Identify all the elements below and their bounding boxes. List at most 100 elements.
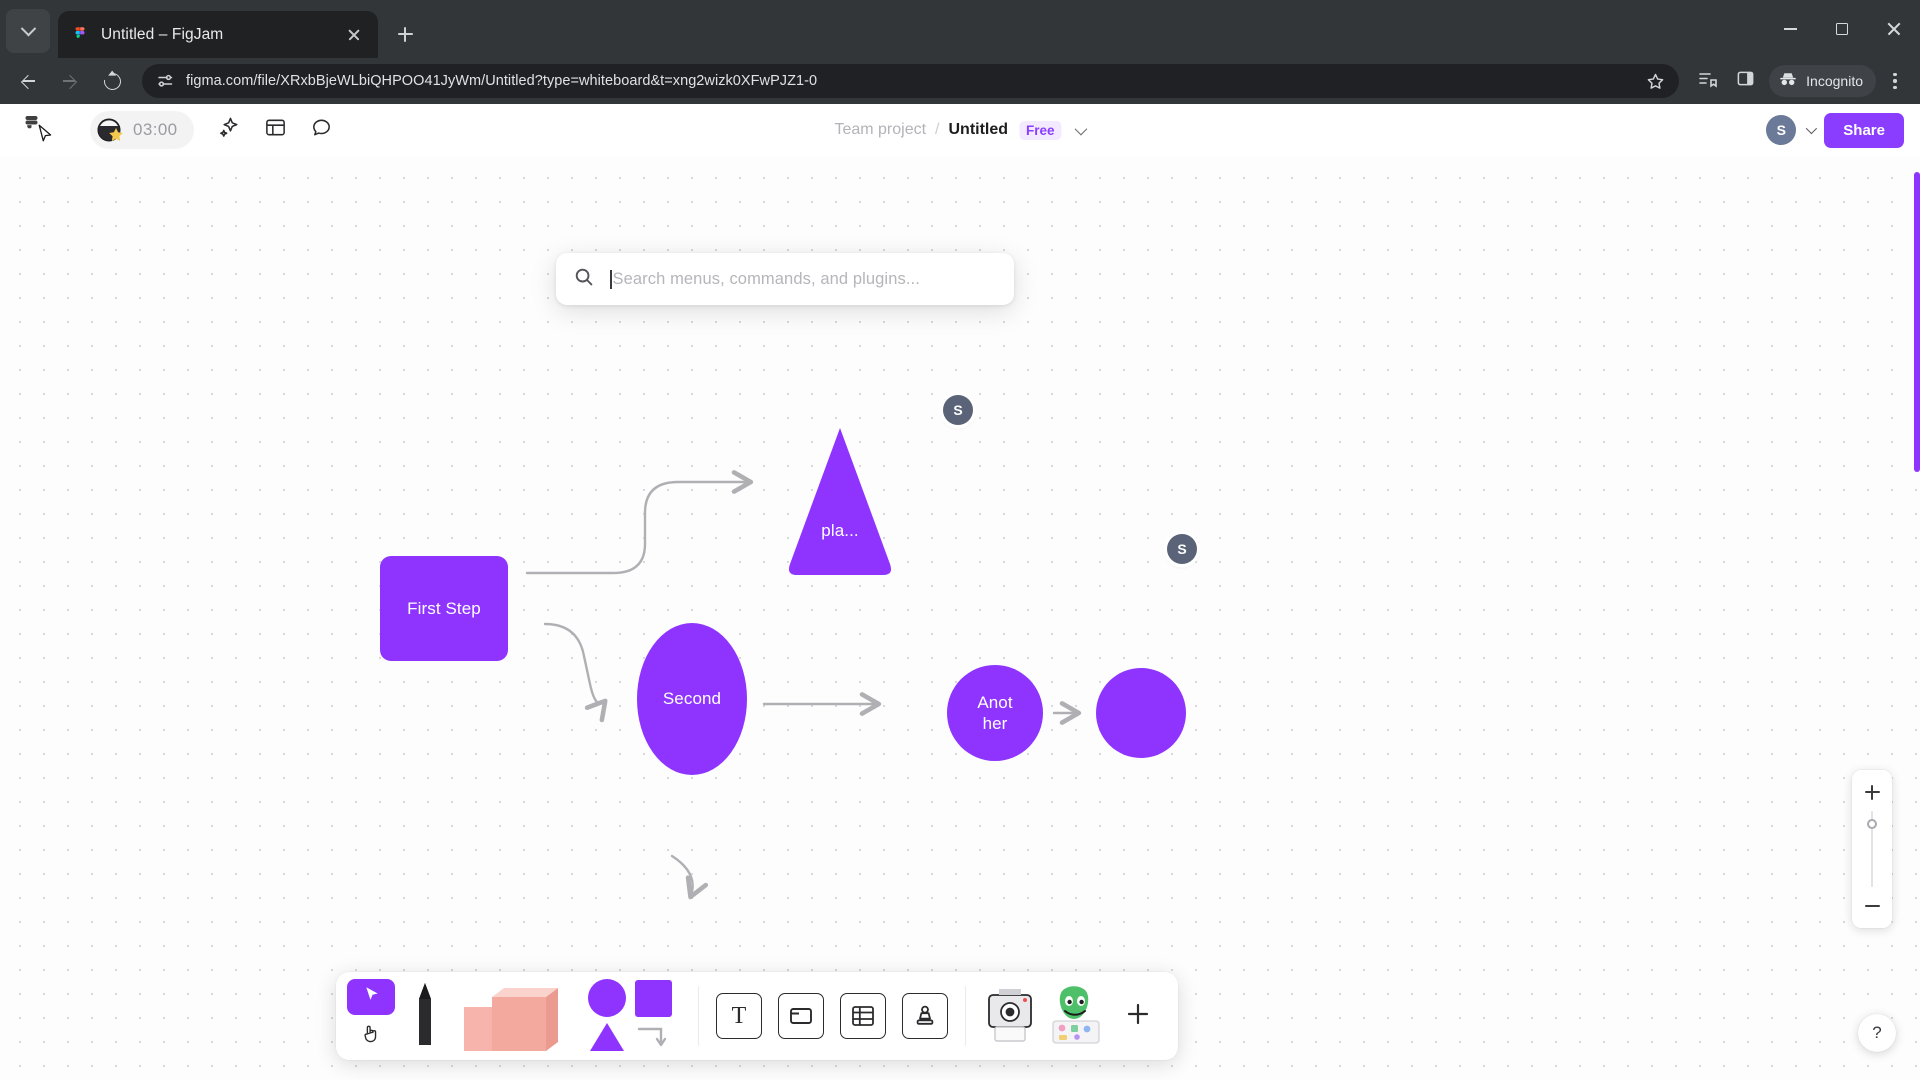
comment-bubble-icon (310, 116, 333, 144)
tab-search-button[interactable] (6, 9, 50, 53)
zoom-out-button[interactable] (1859, 893, 1885, 919)
mouse-pointer-icon (38, 124, 53, 151)
connector-loose (670, 854, 709, 900)
header-right-cluster: S Share (1766, 112, 1904, 148)
zoom-in-button[interactable] (1859, 779, 1885, 805)
star-icon[interactable] (1646, 72, 1665, 91)
minimize-button[interactable] (1764, 0, 1816, 58)
browser-menu-button[interactable] (1878, 63, 1912, 99)
incognito-indicator[interactable]: Incognito (1769, 65, 1876, 97)
tab-title: Untitled – FigJam (101, 25, 224, 43)
select-cursor-tool[interactable] (347, 978, 395, 1015)
triangle-shape[interactable]: pla... (784, 424, 896, 579)
toolbar-group-content: T (699, 972, 965, 1060)
toolbar-group-primary (336, 972, 698, 1060)
plan-badge[interactable]: Free (1019, 120, 1062, 140)
close-window-button[interactable] (1868, 0, 1920, 58)
tab-strip: Untitled – FigJam (0, 0, 1920, 58)
first-step-rect[interactable]: First Step (380, 556, 508, 661)
bottom-toolbar: T (336, 972, 1178, 1060)
figma-icon (70, 25, 90, 45)
sparkle-icon (218, 116, 241, 144)
section-tool[interactable] (775, 979, 827, 1053)
widget-camera[interactable] (980, 979, 1040, 1053)
second-ellipse[interactable]: Second (637, 623, 747, 775)
avatar[interactable]: S (1766, 115, 1797, 145)
sticky-note-icon (456, 977, 574, 1056)
text-caret (610, 269, 612, 289)
stamp-tool[interactable] (899, 979, 951, 1053)
url-text: figma.com/file/XRxbBjeWLbiQHPOO41JyWm/Un… (186, 73, 818, 89)
triangle-glyph (788, 428, 892, 575)
reload-button[interactable] (92, 61, 132, 101)
site-settings-icon[interactable] (156, 72, 174, 90)
text-tool[interactable]: T (713, 979, 765, 1053)
search-input[interactable]: Search menus, commands, and plugins... (613, 270, 920, 289)
incognito-label: Incognito (1806, 73, 1863, 89)
browser-window: Untitled – FigJam figma.com/file/XRxbBje… (0, 0, 1920, 1080)
connector-rect-to-ellipse (543, 622, 608, 723)
text-T-icon: T (716, 993, 762, 1039)
chevron-down-icon[interactable] (1074, 122, 1088, 135)
cursor-initial: S (953, 402, 963, 418)
back-button[interactable] (8, 61, 48, 101)
close-icon (1886, 21, 1902, 37)
forward-arrow-icon (62, 73, 78, 89)
comments-button[interactable] (302, 110, 342, 150)
sticky-note-tool[interactable] (455, 979, 575, 1053)
blank-circle[interactable] (1096, 668, 1186, 758)
templates-button[interactable] (256, 110, 296, 150)
figjam-canvas[interactable]: First Step pla... Second Anot her S S Se… (0, 156, 1920, 1080)
toolbar-group-widgets (966, 972, 1178, 1060)
marker-icon (410, 977, 440, 1056)
photo-booth-widget-icon (981, 981, 1039, 1052)
forward-button[interactable] (50, 61, 90, 101)
help-button[interactable]: ? (1858, 1014, 1896, 1052)
new-tab-button[interactable] (388, 17, 422, 51)
select-tools-stack (345, 978, 395, 1054)
side-panel-button[interactable] (1727, 63, 1763, 99)
another-circle[interactable]: Anot her (947, 665, 1043, 761)
timer-value: 03:00 (133, 120, 178, 139)
more-widgets-button[interactable] (1112, 979, 1164, 1053)
shapes-tool[interactable] (579, 978, 689, 1053)
share-button[interactable]: Share (1824, 112, 1904, 148)
figjam-header: 03:00 Team project / Untitled Free S Sha… (0, 104, 1920, 156)
shape-label: Second (662, 689, 722, 709)
ai-actions-button[interactable] (210, 110, 250, 150)
reading-list-button[interactable] (1689, 63, 1725, 99)
cursor-initial: S (1177, 541, 1187, 557)
section-frame-icon (778, 993, 824, 1039)
address-bar[interactable]: figma.com/file/XRxbBjeWLbiQHPOO41JyWm/Un… (142, 64, 1680, 98)
chevron-down-icon[interactable] (1806, 122, 1818, 135)
timer-widget[interactable]: 03:00 (90, 111, 194, 149)
breadcrumb-file-name[interactable]: Untitled (948, 121, 1008, 139)
collaborator-cursor-1: S (943, 395, 973, 425)
marker-pen-tool[interactable] (399, 979, 451, 1053)
figjam-app: 03:00 Team project / Untitled Free S Sha… (0, 104, 1920, 1080)
close-icon[interactable] (342, 23, 366, 47)
shape-label: Anot her (977, 692, 1013, 733)
hand-tool[interactable] (347, 1018, 395, 1054)
zoom-slider-knob[interactable] (1867, 819, 1877, 829)
breadcrumb-team[interactable]: Team project (834, 121, 926, 139)
search-icon (574, 267, 594, 292)
browser-tab[interactable]: Untitled – FigJam (58, 11, 378, 58)
reading-list-icon (1697, 69, 1717, 94)
command-palette[interactable]: Search menus, commands, and plugins... (556, 253, 1014, 305)
breadcrumb-separator: / (935, 121, 940, 138)
sticker-pack-widget-icon (1047, 981, 1105, 1052)
layout-template-icon (264, 116, 287, 144)
widget-sticker[interactable] (1046, 979, 1106, 1053)
figma-logo-icon (23, 115, 40, 145)
breadcrumb: Team project / Untitled Free (834, 120, 1088, 140)
table-tool[interactable] (837, 979, 889, 1053)
table-grid-icon (840, 993, 886, 1039)
kebab-menu-icon (1893, 72, 1897, 77)
collaborator-cursor-2: S (1167, 534, 1197, 564)
maximize-button[interactable] (1816, 0, 1868, 58)
zoom-slider[interactable] (1867, 811, 1877, 887)
side-panel-icon (1736, 69, 1755, 93)
timer-avatar-icon (95, 115, 125, 145)
selection-edge-indicator (1914, 172, 1920, 472)
